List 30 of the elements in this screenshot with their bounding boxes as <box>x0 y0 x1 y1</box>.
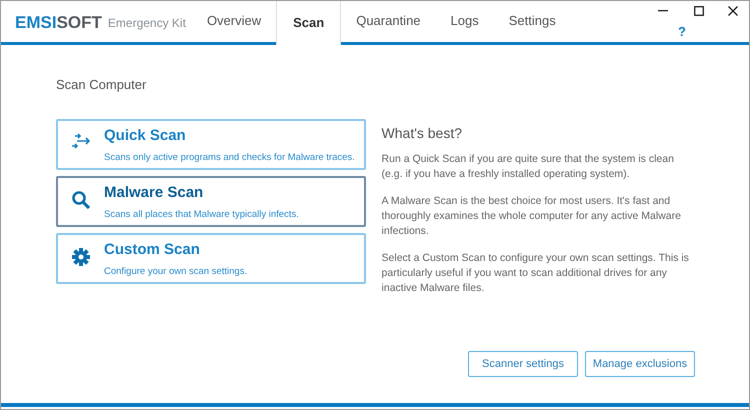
logo-text: EMSI <box>15 12 57 34</box>
info-paragraph: Select a Custom Scan to configure your own scan settings. This is particularly useful if you want to scan additional drives for any inactive Malware files. <box>382 250 690 296</box>
gear-icon <box>71 246 91 266</box>
tab[interactable]: Logs <box>436 4 494 45</box>
search-icon <box>71 190 91 210</box>
scan-option-card[interactable]: Quick Scan Scans only active programs and checks for Malware traces. <box>56 118 366 170</box>
minimize-icon[interactable] <box>658 10 668 12</box>
info-paragraph: A Malware Scan is the best choice for most users. It's fast and thoroughly examines the whole computer for any active Malware infections. <box>382 194 682 238</box>
tab[interactable]: Scan <box>276 1 342 45</box>
tab[interactable]: Settings <box>494 4 571 45</box>
option-title: Malware Scan <box>104 184 204 202</box>
scan-option-card[interactable]: Custom Scan Configure your own scan settings. <box>56 232 366 284</box>
action-button[interactable]: Manage exclusions <box>585 351 695 377</box>
arrows-icon <box>71 132 91 148</box>
product-name: Emergency Kit <box>108 15 186 32</box>
option-description: Scans all places that Malware typically infects. <box>104 208 299 222</box>
close-icon[interactable] <box>728 6 738 16</box>
option-description: Scans only active programs and checks for Malware traces. <box>104 150 355 164</box>
section-title: Scan Computer <box>56 76 148 94</box>
option-title: Quick Scan <box>104 126 187 144</box>
option-description: Configure your own scan settings. <box>104 264 248 278</box>
help-button[interactable]: ? <box>678 22 686 42</box>
option-title: Custom Scan <box>104 240 201 258</box>
tab[interactable]: Quarantine <box>341 4 436 45</box>
scan-option-card[interactable]: Malware Scan Scans all places that Malware typically infects. <box>56 176 366 226</box>
info-paragraph: Run a Quick Scan if you are quite sure that the system is clean (e.g. if you have a freshly installed operating system). <box>382 152 675 182</box>
logo-text: SOFT <box>56 12 102 34</box>
action-button[interactable]: Scanner settings <box>468 351 578 377</box>
info-title: What's best? <box>382 124 464 142</box>
maximize-icon[interactable] <box>694 6 704 16</box>
